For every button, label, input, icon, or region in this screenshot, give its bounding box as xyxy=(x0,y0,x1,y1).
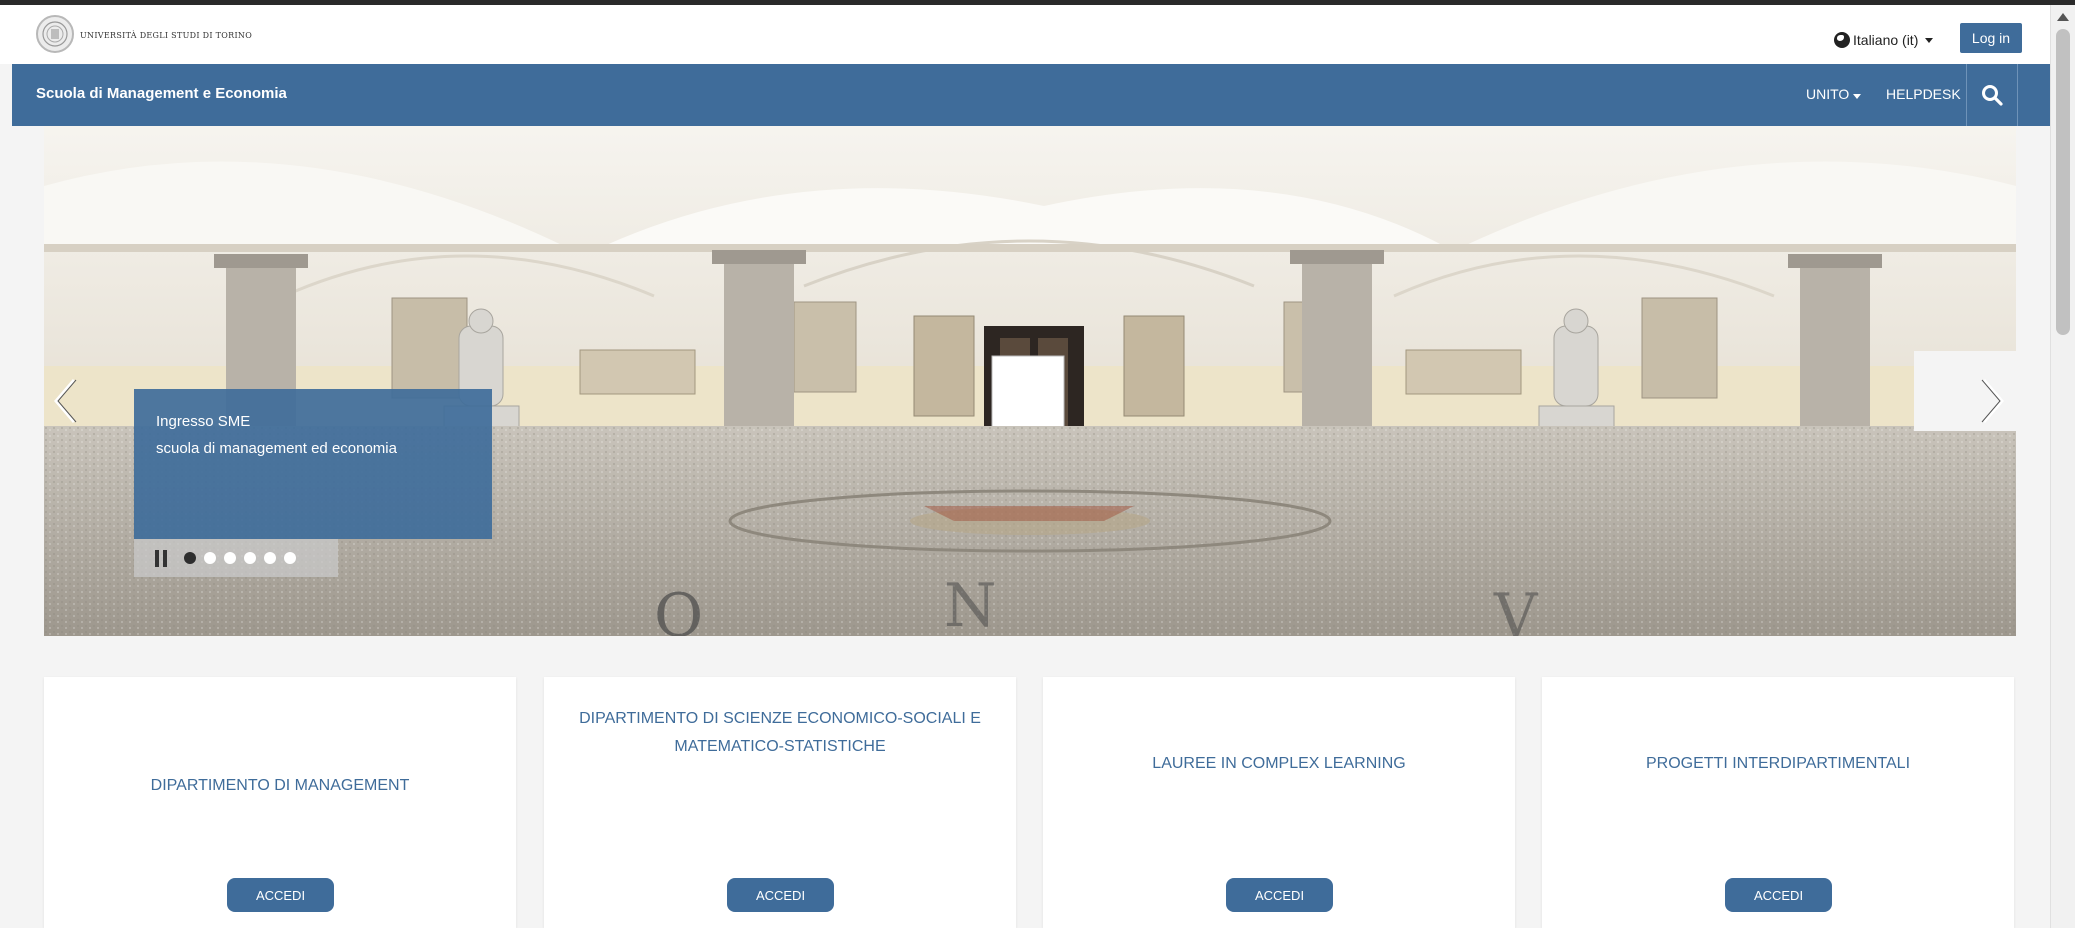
language-selector[interactable]: Italiano (it) xyxy=(1834,29,1934,51)
carousel-next-button[interactable] xyxy=(1978,376,2008,426)
scroll-up-arrow-icon[interactable] xyxy=(2057,13,2069,21)
chevron-left-icon xyxy=(54,379,77,423)
carousel-controls xyxy=(134,539,338,577)
nav-unito-dropdown[interactable]: UNITO xyxy=(1806,86,1862,102)
nav-helpdesk-link[interactable]: HELPDESK xyxy=(1886,86,1961,102)
carousel-dot-2[interactable] xyxy=(204,552,216,564)
hero-carousel: O N V Ingresso SME scuola di management … xyxy=(44,126,2016,636)
top-bar: UNIVERSITÀ DEGLI STUDI DI TORINO Italian… xyxy=(0,5,2050,64)
department-cards: DIPARTIMENTO DI MANAGEMENT ACCEDI DIPART… xyxy=(44,677,2016,928)
page: UNIVERSITÀ DEGLI STUDI DI TORINO Italian… xyxy=(0,0,2075,928)
accedi-button[interactable]: ACCEDI xyxy=(727,878,834,912)
site-title[interactable]: Scuola di Management e Economia xyxy=(36,85,287,102)
hall-photo: O N V xyxy=(44,126,2016,636)
accedi-button[interactable]: ACCEDI xyxy=(1226,878,1333,912)
carousel-prev-button[interactable] xyxy=(50,376,80,426)
scroll-thumb[interactable] xyxy=(2056,29,2070,335)
carousel-dot-5[interactable] xyxy=(264,552,276,564)
main-navbar: Scuola di Management e Economia UNITO HE… xyxy=(12,64,2050,126)
chevron-right-icon xyxy=(1981,379,2004,423)
search-icon xyxy=(1982,85,2003,106)
globe-icon xyxy=(1834,32,1850,48)
carousel-dot-3[interactable] xyxy=(224,552,236,564)
carousel-dot-6[interactable] xyxy=(284,552,296,564)
card-title[interactable]: PROGETTI INTERDIPARTIMENTALI xyxy=(1562,750,1994,778)
carousel-dot-4[interactable] xyxy=(244,552,256,564)
svg-text:N: N xyxy=(944,571,997,636)
carousel-dot-1[interactable] xyxy=(184,552,196,564)
card-lauree-complex-learning: LAUREE IN COMPLEX LEARNING ACCEDI xyxy=(1043,677,1515,928)
card-scienze-economico-sociali: DIPARTIMENTO DI SCIENZE ECONOMICO-SOCIAL… xyxy=(544,677,1016,928)
nav-unito-label: UNITO xyxy=(1806,86,1850,102)
caption-text: scuola di management ed economia xyxy=(156,440,397,457)
svg-text:O: O xyxy=(654,581,703,636)
page-scrollbar[interactable] xyxy=(2050,5,2075,928)
search-button[interactable] xyxy=(1966,64,2018,126)
accedi-button[interactable]: ACCEDI xyxy=(1725,878,1832,912)
card-title[interactable]: DIPARTIMENTO DI SCIENZE ECONOMICO-SOCIAL… xyxy=(564,705,996,761)
login-button[interactable]: Log in xyxy=(1960,23,2022,53)
card-title[interactable]: LAUREE IN COMPLEX LEARNING xyxy=(1063,750,1495,778)
carousel-caption: Ingresso SME scuola di management ed eco… xyxy=(134,389,492,539)
svg-text:V: V xyxy=(1493,581,1539,636)
card-title[interactable]: DIPARTIMENTO DI MANAGEMENT xyxy=(64,772,496,800)
caption-title: Ingresso SME xyxy=(156,413,251,430)
language-label: Italiano (it) xyxy=(1853,32,1919,48)
university-seal-icon[interactable] xyxy=(36,15,74,53)
caret-down-icon xyxy=(1925,37,1934,43)
caret-down-icon xyxy=(1853,94,1862,99)
pause-icon[interactable] xyxy=(154,549,168,567)
university-name[interactable]: UNIVERSITÀ DEGLI STUDI DI TORINO xyxy=(80,31,252,40)
card-management: DIPARTIMENTO DI MANAGEMENT ACCEDI xyxy=(44,677,516,928)
accedi-button[interactable]: ACCEDI xyxy=(227,878,334,912)
card-progetti-interdipartimentali: PROGETTI INTERDIPARTIMENTALI ACCEDI xyxy=(1542,677,2014,928)
